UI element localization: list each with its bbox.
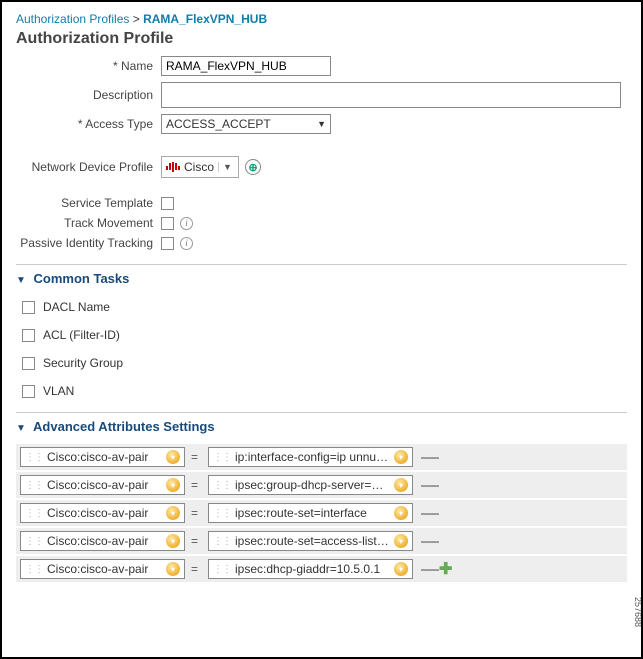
advanced-attributes-header[interactable]: ▼ Advanced Attributes Settings — [16, 419, 627, 434]
name-label: Name — [16, 59, 161, 73]
remove-row-button[interactable]: — — [421, 534, 435, 548]
grip-icon: ⋮⋮ — [25, 508, 43, 519]
chevron-down-icon: ▾ — [166, 478, 180, 492]
chevron-down-icon: ▾ — [394, 534, 408, 548]
grip-icon: ⋮⋮ — [213, 480, 231, 491]
grip-icon: ⋮⋮ — [213, 536, 231, 547]
attribute-key-select[interactable]: ⋮⋮ Cisco:cisco-av-pair ▾ — [20, 447, 185, 467]
attribute-row: ⋮⋮ Cisco:cisco-av-pair ▾ = ⋮⋮ ipsec:rout… — [16, 500, 627, 526]
attribute-row: ⋮⋮ Cisco:cisco-av-pair ▾ = ⋮⋮ ipsec:grou… — [16, 472, 627, 498]
chevron-down-icon: ▼ — [317, 119, 326, 129]
attribute-key-select[interactable]: ⋮⋮ Cisco:cisco-av-pair ▾ — [20, 531, 185, 551]
network-device-profile-select[interactable]: Cisco ▼ — [161, 156, 239, 178]
chevron-down-icon: ▾ — [394, 478, 408, 492]
common-tasks-header[interactable]: ▼ Common Tasks — [16, 271, 627, 286]
attribute-value-select[interactable]: ⋮⋮ ipsec:dhcp-giaddr=10.5.0.1 ▾ — [208, 559, 413, 579]
description-label: Description — [16, 88, 161, 102]
remove-row-button[interactable]: — — [421, 450, 435, 464]
add-profile-button[interactable]: ⊕ — [245, 159, 261, 175]
name-input[interactable] — [161, 56, 331, 76]
disclosure-triangle-icon: ▼ — [16, 423, 26, 434]
passive-identity-checkbox[interactable] — [161, 237, 174, 250]
remove-row-button[interactable]: — — [421, 562, 435, 576]
attribute-value-select[interactable]: ⋮⋮ ip:interface-config=ip unnumbe... ▾ — [208, 447, 413, 467]
track-movement-label: Track Movement — [16, 216, 161, 230]
task-vlan: VLAN — [22, 384, 627, 398]
task-security-group: Security Group — [22, 356, 627, 370]
grip-icon: ⋮⋮ — [213, 452, 231, 463]
divider — [16, 264, 627, 265]
add-row-button[interactable]: ✚ — [439, 559, 452, 579]
attribute-value-select[interactable]: ⋮⋮ ipsec:group-dhcp-server=10.2.... ▾ — [208, 475, 413, 495]
passive-identity-label: Passive Identity Tracking — [16, 236, 161, 250]
attribute-value-select[interactable]: ⋮⋮ ipsec:route-set=access-list CL... ▾ — [208, 531, 413, 551]
task-label: DACL Name — [43, 300, 110, 314]
grip-icon: ⋮⋮ — [25, 452, 43, 463]
advanced-attributes-table: ⋮⋮ Cisco:cisco-av-pair ▾ = ⋮⋮ ip:interfa… — [16, 444, 627, 582]
info-icon[interactable]: i — [180, 237, 193, 250]
info-icon[interactable]: i — [180, 217, 193, 230]
chevron-down-icon: ▼ — [218, 162, 236, 172]
description-input[interactable] — [161, 82, 621, 108]
track-movement-checkbox[interactable] — [161, 217, 174, 230]
breadcrumb-parent-link[interactable]: Authorization Profiles — [16, 12, 129, 26]
access-type-select[interactable]: ACCESS_ACCEPT ▼ — [161, 114, 331, 134]
grip-icon: ⋮⋮ — [213, 508, 231, 519]
vlan-checkbox[interactable] — [22, 385, 35, 398]
acl-filter-id-checkbox[interactable] — [22, 329, 35, 342]
breadcrumb-current: RAMA_FlexVPN_HUB — [143, 12, 267, 26]
attribute-key-select[interactable]: ⋮⋮ Cisco:cisco-av-pair ▾ — [20, 503, 185, 523]
grip-icon: ⋮⋮ — [25, 480, 43, 491]
attribute-row: ⋮⋮ Cisco:cisco-av-pair ▾ = ⋮⋮ ip:interfa… — [16, 444, 627, 470]
chevron-down-icon: ▾ — [394, 450, 408, 464]
remove-row-button[interactable]: — — [421, 506, 435, 520]
attribute-value-select[interactable]: ⋮⋮ ipsec:route-set=interface ▾ — [208, 503, 413, 523]
task-acl-filter-id: ACL (Filter-ID) — [22, 328, 627, 342]
access-type-label: Access Type — [16, 117, 161, 131]
task-label: VLAN — [43, 384, 74, 398]
attribute-row: ⋮⋮ Cisco:cisco-av-pair ▾ = ⋮⋮ ipsec:rout… — [16, 528, 627, 554]
cisco-logo-icon — [166, 162, 180, 172]
service-template-checkbox[interactable] — [161, 197, 174, 210]
chevron-down-icon: ▾ — [166, 562, 180, 576]
chevron-down-icon: ▾ — [166, 534, 180, 548]
chevron-down-icon: ▾ — [394, 506, 408, 520]
divider — [16, 412, 627, 413]
chevron-down-icon: ▾ — [166, 506, 180, 520]
chevron-down-icon: ▾ — [166, 450, 180, 464]
security-group-checkbox[interactable] — [22, 357, 35, 370]
attribute-key-select[interactable]: ⋮⋮ Cisco:cisco-av-pair ▾ — [20, 559, 185, 579]
disclosure-triangle-icon: ▼ — [16, 275, 26, 286]
grip-icon: ⋮⋮ — [213, 564, 231, 575]
image-code: 257688 — [633, 597, 643, 627]
network-device-profile-label: Network Device Profile — [16, 160, 161, 174]
chevron-down-icon: ▾ — [394, 562, 408, 576]
dacl-name-checkbox[interactable] — [22, 301, 35, 314]
service-template-label: Service Template — [16, 196, 161, 210]
task-dacl-name: DACL Name — [22, 300, 627, 314]
grip-icon: ⋮⋮ — [25, 536, 43, 547]
attribute-key-select[interactable]: ⋮⋮ Cisco:cisco-av-pair ▾ — [20, 475, 185, 495]
page-title: Authorization Profile — [16, 30, 627, 48]
task-label: ACL (Filter-ID) — [43, 328, 120, 342]
breadcrumb: Authorization Profiles > RAMA_FlexVPN_HU… — [16, 12, 627, 26]
attribute-row: ⋮⋮ Cisco:cisco-av-pair ▾ = ⋮⋮ ipsec:dhcp… — [16, 556, 627, 582]
grip-icon: ⋮⋮ — [25, 564, 43, 575]
task-label: Security Group — [43, 356, 123, 370]
remove-row-button[interactable]: — — [421, 478, 435, 492]
